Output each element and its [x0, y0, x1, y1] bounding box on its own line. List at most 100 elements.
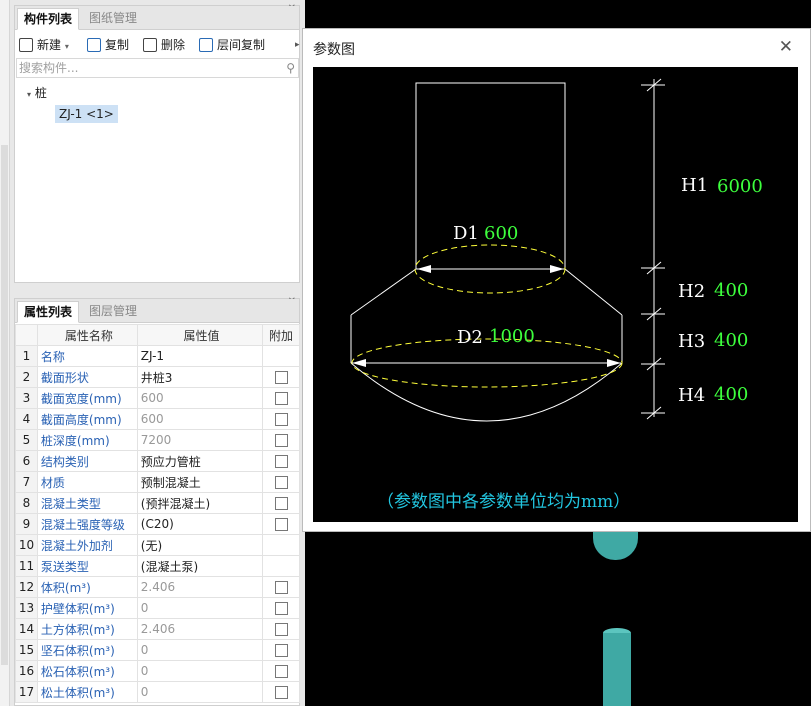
extra-checkbox[interactable] [274, 392, 288, 405]
extra-checkbox[interactable] [274, 497, 288, 510]
new-button[interactable]: 新建 ▾ [19, 34, 69, 56]
extra-checkbox[interactable] [274, 476, 288, 489]
row-index: 13 [15, 597, 38, 619]
extra-checkbox[interactable] [274, 518, 288, 531]
extra-cell [262, 534, 300, 556]
property-name: 土方体积(m³) [36, 618, 138, 640]
trash-icon [143, 38, 157, 52]
property-list-panel: ✕ 属性列表 图层管理 属性名称 属性值 附加 1名称ZJ-12截面形状井桩33… [14, 296, 300, 706]
property-value[interactable]: (预拌混凝土) [136, 492, 264, 514]
table-row[interactable]: 15 坚石体积(m³) 0 [15, 639, 300, 661]
table-row[interactable]: 11 泵送类型 (混凝土泵) [15, 555, 300, 577]
table-row[interactable]: 7 材质 预制混凝土 [15, 471, 300, 493]
extra-cell [262, 366, 300, 388]
parameter-diagram-dialog: 参数图 ✕ H1 6000 D1 600 H2 400 D2 1000 H3 4… [302, 28, 811, 532]
table-row[interactable]: 13 护壁体积(m³) 0 [15, 597, 300, 619]
property-value[interactable]: 0 [136, 597, 264, 619]
h4-label: H4 [678, 385, 705, 406]
tab-drawing-manage[interactable]: 图纸管理 [83, 8, 143, 30]
property-value[interactable]: 7200 [136, 429, 264, 451]
table-row[interactable]: 10 混凝土外加剂 (无) [15, 534, 300, 556]
table-row[interactable]: 14 土方体积(m³) 2.406 [15, 618, 300, 640]
tree-node-pile[interactable]: ▾ 桩 [27, 84, 47, 101]
table-row[interactable]: 1 名称 ZJ-1 [15, 345, 300, 367]
property-value[interactable]: 2.406 [136, 576, 264, 598]
property-value[interactable]: 600 [136, 408, 264, 430]
property-value[interactable]: 预应力管桩 [136, 450, 264, 472]
row-index: 11 [15, 555, 38, 577]
extra-cell [262, 660, 300, 682]
floor-copy-button[interactable]: 层间复制 [199, 34, 265, 56]
delete-button[interactable]: 删除 [143, 34, 185, 56]
toolbar-more-icon[interactable]: ▸ [295, 34, 300, 56]
property-name: 松土体积(m³) [36, 681, 138, 703]
extra-checkbox[interactable] [274, 455, 288, 468]
property-table: 属性名称 属性值 附加 1 名称 ZJ-1 2 截面形状 井桩3 3 截面宽度(mm) 600 4… [15, 324, 300, 703]
extra-checkbox[interactable] [274, 665, 288, 678]
property-name: 混凝土类型 [36, 492, 138, 514]
component-list-panel: ✕ 构件列表 图纸管理 新建 ▾ 复制 删除 层间复制 ▸ 搜索构件...⚲ ▾… [14, 3, 300, 283]
extra-cell [262, 597, 300, 619]
tree-node-zj1[interactable]: ZJ-1 <1> [55, 105, 118, 123]
d2-label: D2 [457, 327, 483, 348]
property-name: 结构类别 [36, 450, 138, 472]
property-name: 松石体积(m³) [36, 660, 138, 682]
extra-cell [262, 618, 300, 640]
extra-checkbox[interactable] [274, 434, 288, 447]
tree-expand-icon[interactable]: ▾ [27, 90, 31, 99]
table-row[interactable]: 2 截面形状 井桩3 [15, 366, 300, 388]
property-name: 材质 [36, 471, 138, 493]
left-pane: ✕ 构件列表 图纸管理 新建 ▾ 复制 删除 层间复制 ▸ 搜索构件...⚲ ▾… [0, 0, 305, 706]
extra-checkbox[interactable] [274, 623, 288, 636]
table-row[interactable]: 9 混凝土强度等级 (C20) [15, 513, 300, 535]
close-icon[interactable]: ✕ [779, 37, 793, 57]
property-value[interactable]: 0 [136, 639, 264, 661]
extra-checkbox[interactable] [274, 413, 288, 426]
property-name: 混凝土外加剂 [36, 534, 138, 556]
h1-label: H1 [681, 175, 708, 196]
vertical-scrollbar[interactable] [1, 145, 8, 665]
extra-checkbox[interactable] [274, 371, 288, 384]
property-value[interactable]: ZJ-1 [136, 345, 264, 367]
tab-property-list[interactable]: 属性列表 [17, 301, 80, 323]
search-input[interactable]: 搜索构件... ⚲ [16, 58, 299, 78]
table-row[interactable]: 6 结构类别 预应力管桩 [15, 450, 300, 472]
table-row[interactable]: 3 截面宽度(mm) 600 [15, 387, 300, 409]
property-value[interactable]: 2.406 [136, 618, 264, 640]
copy-button[interactable]: 复制 [87, 34, 129, 56]
property-value[interactable]: (C20) [136, 513, 264, 535]
table-row[interactable]: 8 混凝土类型 (预拌混凝土) [15, 492, 300, 514]
property-value[interactable]: 600 [136, 387, 264, 409]
tab-layer-manage[interactable]: 图层管理 [83, 301, 143, 323]
table-row[interactable]: 4 截面高度(mm) 600 [15, 408, 300, 430]
search-icon[interactable]: ⚲ [286, 59, 295, 77]
background-pile-shape [593, 532, 638, 560]
extra-cell [262, 576, 300, 598]
property-value[interactable]: 预制混凝土 [136, 471, 264, 493]
h3-label: H3 [678, 331, 705, 352]
property-value[interactable]: 0 [136, 660, 264, 682]
table-row[interactable]: 5 桩深度(mm) 7200 [15, 429, 300, 451]
tab-component-list[interactable]: 构件列表 [17, 8, 80, 30]
extra-checkbox[interactable] [274, 602, 288, 615]
property-tabs: 属性列表 图层管理 [15, 299, 299, 323]
extra-checkbox[interactable] [274, 644, 288, 657]
extra-checkbox[interactable] [274, 581, 288, 594]
property-value[interactable]: 0 [136, 681, 264, 703]
table-row[interactable]: 16 松石体积(m³) 0 [15, 660, 300, 682]
property-value[interactable]: (无) [136, 534, 264, 556]
h1-value: 6000 [717, 176, 763, 197]
row-index: 7 [15, 471, 38, 493]
diagram-canvas: H1 6000 D1 600 H2 400 D2 1000 H3 400 H4 … [313, 67, 798, 522]
table-row[interactable]: 17 松土体积(m³) 0 [15, 681, 300, 703]
property-value[interactable]: (混凝土泵) [136, 555, 264, 577]
col-value: 属性值 [136, 324, 264, 346]
row-index: 6 [15, 450, 38, 472]
col-name: 属性名称 [36, 324, 138, 346]
property-value[interactable]: 井桩3 [136, 366, 264, 388]
extra-cell [262, 471, 300, 493]
h4-value: 400 [714, 384, 748, 405]
table-row[interactable]: 12 体积(m³) 2.406 [15, 576, 300, 598]
property-name: 名称 [36, 345, 138, 367]
extra-checkbox[interactable] [274, 686, 288, 699]
